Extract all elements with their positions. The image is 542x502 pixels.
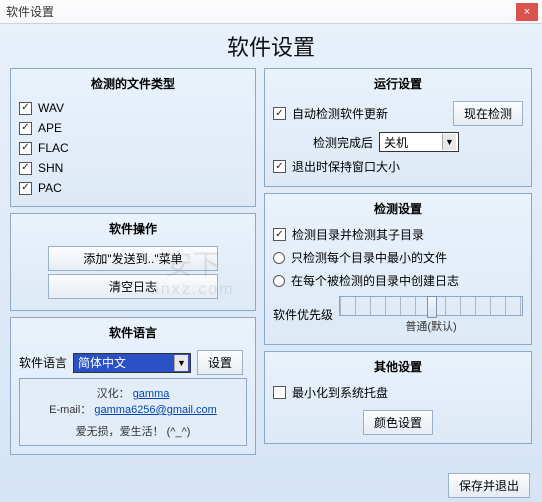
only-min-radio[interactable] [273, 252, 285, 264]
create-log-label: 在每个被检测的目录中创建日志 [291, 272, 459, 289]
tray-checkbox[interactable] [273, 386, 286, 399]
other-title: 其他设置 [273, 356, 523, 381]
add-sendto-button[interactable]: 添加"发送到.."菜单 [48, 246, 218, 271]
clear-log-button[interactable]: 清空日志 [48, 274, 218, 299]
wav-label: WAV [38, 101, 64, 115]
group-file-types: 检测的文件类型 WAV APE FLAC SHN PAC [10, 68, 256, 207]
ape-label: APE [38, 121, 62, 135]
flac-label: FLAC [38, 141, 69, 155]
keep-size-label: 退出时保持窗口大小 [292, 158, 400, 175]
auto-update-checkbox[interactable] [273, 107, 286, 120]
subdirs-checkbox[interactable] [273, 228, 286, 241]
set-language-button[interactable]: 设置 [197, 350, 243, 375]
group-detect: 检测设置 检测目录并检测其子目录 只检测每个目录中最小的文件 在每个被检测的目录… [264, 193, 532, 345]
email-link[interactable]: gamma6256@gmail.com [94, 404, 216, 416]
wav-checkbox[interactable] [19, 102, 32, 115]
file-types-title: 检测的文件类型 [19, 73, 247, 98]
language-label: 软件语言 [19, 354, 67, 371]
credit-name-link[interactable]: gamma [133, 388, 170, 400]
keep-size-checkbox[interactable] [273, 160, 286, 173]
check-now-button[interactable]: 现在检测 [453, 101, 523, 126]
subdirs-label: 检测目录并检测其子目录 [292, 226, 424, 243]
slogan: 爱无损，爱生活！ (^_^) [28, 423, 238, 439]
credit-label: 汉化： [97, 388, 130, 400]
group-run: 运行设置 自动检测软件更新 现在检测 检测完成后 关机 ▼ 退出时保持窗 [264, 68, 532, 187]
flac-checkbox[interactable] [19, 142, 32, 155]
language-select[interactable]: 简体中文 ▼ [73, 353, 191, 373]
create-log-radio[interactable] [273, 275, 285, 287]
color-settings-button[interactable]: 颜色设置 [363, 410, 433, 435]
operations-title: 软件操作 [19, 218, 247, 243]
priority-caption: 普通(默认) [339, 318, 523, 334]
priority-slider[interactable] [339, 296, 523, 316]
ape-checkbox[interactable] [19, 122, 32, 135]
detect-title: 检测设置 [273, 198, 523, 223]
slider-thumb[interactable] [427, 296, 437, 318]
after-done-value: 关机 [384, 134, 408, 151]
tray-label: 最小化到系统托盘 [292, 384, 388, 401]
only-min-label: 只检测每个目录中最小的文件 [291, 249, 447, 266]
chevron-down-icon: ▼ [174, 355, 188, 371]
language-value: 简体中文 [78, 354, 126, 371]
save-exit-button[interactable]: 保存并退出 [448, 473, 530, 498]
page-title: 软件设置 [10, 26, 532, 68]
window-title: 软件设置 [6, 3, 54, 20]
chevron-down-icon: ▼ [442, 134, 456, 150]
after-done-label: 检测完成后 [313, 134, 373, 151]
pac-label: PAC [38, 181, 62, 195]
group-operations: 软件操作 添加"发送到.."菜单 清空日志 [10, 213, 256, 311]
shn-label: SHN [38, 161, 63, 175]
email-label: E-mail： [49, 404, 91, 416]
auto-update-label: 自动检测软件更新 [292, 105, 388, 122]
group-other: 其他设置 最小化到系统托盘 颜色设置 [264, 351, 532, 444]
credits-box: 汉化： gamma E-mail： gamma6256@gmail.com 爱无… [19, 378, 247, 446]
priority-label: 软件优先级 [273, 306, 333, 323]
shn-checkbox[interactable] [19, 162, 32, 175]
close-button[interactable]: × [516, 3, 538, 21]
run-title: 运行设置 [273, 73, 523, 98]
pac-checkbox[interactable] [19, 182, 32, 195]
after-done-select[interactable]: 关机 ▼ [379, 132, 459, 152]
language-title: 软件语言 [19, 322, 247, 347]
group-language: 软件语言 软件语言 简体中文 ▼ 设置 汉化： gamma E-mail： [10, 317, 256, 455]
